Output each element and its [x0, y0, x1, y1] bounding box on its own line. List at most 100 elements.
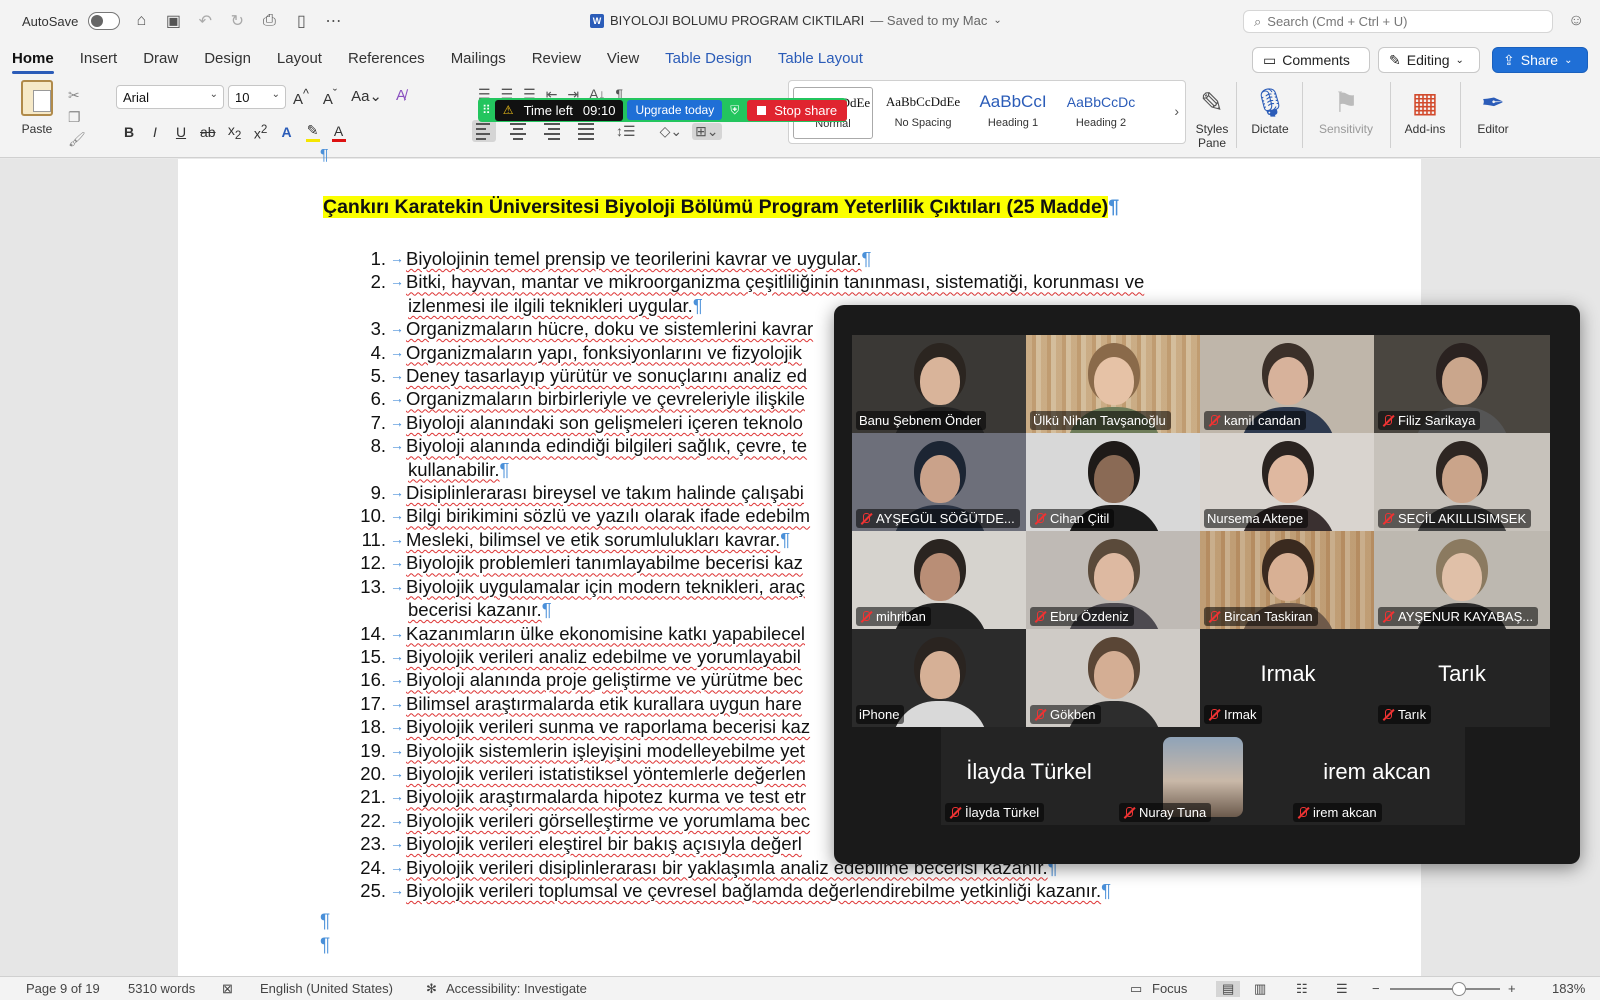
tab-view[interactable]: View	[607, 50, 639, 67]
format-painter-icon[interactable]: 🖌	[68, 128, 86, 150]
dictate-button[interactable]: 🎙 Dictate	[1244, 84, 1296, 136]
participant-tile[interactable]: mihriban	[852, 531, 1028, 629]
tab-insert[interactable]: Insert	[80, 50, 118, 67]
font-size-select[interactable]: 10 ⌄	[228, 85, 286, 109]
align-center-icon[interactable]	[506, 120, 530, 142]
focus-button[interactable]: Focus	[1152, 981, 1187, 996]
tab-home[interactable]: Home	[12, 50, 54, 74]
draft-view-icon[interactable]: ☰	[1336, 981, 1348, 997]
tab-table-design[interactable]: Table Design	[665, 50, 752, 67]
outline-view-icon[interactable]: ☷	[1296, 981, 1308, 997]
superscript-icon[interactable]: x2	[254, 123, 268, 142]
proofing-icon[interactable]: ⊠	[222, 981, 233, 997]
zoom-level[interactable]: 183%	[1552, 981, 1585, 996]
participant-tile[interactable]: iPhone	[852, 629, 1028, 727]
zoom-slider[interactable]	[1390, 982, 1500, 996]
style-no-spacing[interactable]: AaBbCcDdEe No Spacing	[883, 87, 963, 139]
change-case-icon[interactable]: Aa⌄	[351, 87, 382, 108]
tab-references[interactable]: References	[348, 50, 425, 67]
participant-tile[interactable]: Cihan Çitil	[1026, 433, 1202, 531]
zoom-slider-knob[interactable]	[1452, 982, 1466, 996]
upgrade-button[interactable]: Upgrade today	[627, 100, 723, 120]
participant-tile[interactable]: Ülkü Nihan Tavşanoğlu	[1026, 335, 1202, 433]
participant-tile[interactable]: Nuray Tuna	[1115, 727, 1291, 825]
accessibility-status[interactable]: Accessibility: Investigate	[446, 981, 587, 996]
participant-tile[interactable]: İlayda Türkel İlayda Türkel	[941, 727, 1117, 825]
web-layout-icon[interactable]: ▥	[1254, 981, 1266, 997]
paragraph-mark: ¶	[861, 248, 872, 269]
tab-table-layout[interactable]: Table Layout	[778, 50, 863, 67]
editing-mode-button[interactable]: ✎ Editing ⌄	[1378, 47, 1480, 73]
page-count[interactable]: Page 9 of 19	[26, 981, 100, 996]
participant-tile[interactable]: Gökben	[1026, 629, 1202, 727]
tab-review[interactable]: Review	[532, 50, 581, 67]
participant-tile[interactable]: Filiz Sarikaya	[1374, 335, 1550, 433]
participant-tile[interactable]: irem akcan irem akcan	[1289, 727, 1465, 825]
tab-design[interactable]: Design	[204, 50, 251, 67]
styles-pane-button[interactable]: ✎ Styles Pane	[1184, 84, 1240, 150]
underline-icon[interactable]: U	[174, 124, 188, 140]
undo-icon[interactable]: ↶	[194, 11, 216, 31]
chevron-right-icon[interactable]: ›	[1174, 103, 1179, 119]
zoom-out-icon[interactable]: −	[1372, 981, 1380, 996]
grow-font-icon[interactable]: A^	[293, 87, 309, 108]
shrink-font-icon[interactable]: Aˇ	[323, 87, 337, 108]
drag-handle-icon[interactable]: ⠿	[482, 103, 491, 117]
participant-tile[interactable]: Tarık Tarık	[1374, 629, 1550, 727]
participant-tile[interactable]: kamil candan	[1200, 335, 1376, 433]
participant-tile[interactable]: Banu Şebnem Önder	[852, 335, 1028, 433]
shield-icon[interactable]: ⛨	[726, 103, 743, 118]
shading-icon[interactable]: ◇⌄	[660, 123, 683, 140]
cut-icon[interactable]: ✂	[68, 84, 86, 106]
line-spacing-icon[interactable]: ↕☰	[616, 123, 636, 140]
share-button[interactable]: ⇪ Share ⌄	[1492, 47, 1588, 73]
editor-button[interactable]: ✒ Editor	[1468, 84, 1518, 136]
tab-mailings[interactable]: Mailings	[451, 50, 506, 67]
print-icon[interactable]: ⎙	[258, 12, 280, 30]
participant-tile[interactable]: AYŞEGÜL SÖĞÜTDE...	[852, 433, 1028, 531]
tab-draw[interactable]: Draw	[143, 50, 178, 67]
copy-icon[interactable]: ❐	[68, 106, 86, 128]
print-layout-icon[interactable]: ▤	[1216, 981, 1241, 997]
participant-tile[interactable]: Bircan Taskiran	[1200, 531, 1376, 629]
participant-tile[interactable]: Nursema Aktepe	[1200, 433, 1376, 531]
strikethrough-icon[interactable]: ab	[200, 124, 216, 140]
style-heading-1[interactable]: AaBbCcI Heading 1	[973, 87, 1053, 139]
justify-icon[interactable]	[574, 120, 598, 142]
more-icon[interactable]: ⋯	[322, 11, 344, 31]
subscript-icon[interactable]: x2	[228, 122, 242, 142]
align-left-icon[interactable]	[472, 120, 496, 142]
home-icon[interactable]: ⌂	[130, 12, 152, 30]
borders-icon[interactable]: ⊞⌄	[692, 122, 722, 140]
word-count[interactable]: 5310 words	[128, 981, 195, 996]
comments-button[interactable]: ▭ Comments	[1252, 47, 1370, 73]
participant-tile[interactable]: AYŞENUR KAYABAŞ...	[1374, 531, 1550, 629]
font-color-icon[interactable]: A	[331, 123, 346, 142]
zoom-in-icon[interactable]: +	[1508, 981, 1516, 996]
stop-share-button[interactable]: Stop share	[747, 99, 848, 121]
style-heading-2[interactable]: AaBbCcDc Heading 2	[1061, 87, 1141, 139]
participant-tile[interactable]: SECİL AKILLISIMSEK	[1374, 433, 1550, 531]
italic-icon[interactable]: I	[148, 124, 162, 140]
participant-tile[interactable]: Ebru Özdeniz	[1026, 531, 1202, 629]
sensitivity-button[interactable]: ⚑ Sensitivity	[1310, 84, 1382, 136]
language-status[interactable]: English (United States)	[260, 981, 393, 996]
zoom-gallery-window[interactable]: Banu Şebnem Önder Ülkü Nihan Tavşanoğlu ka…	[834, 305, 1580, 864]
search-input[interactable]: ⌕ Search (Cmd + Ctrl + U)	[1243, 10, 1553, 33]
text-effects-icon[interactable]: A	[280, 124, 294, 140]
add-ins-button[interactable]: ▦ Add-ins	[1398, 84, 1452, 136]
redo-icon[interactable]: ↻	[226, 11, 248, 31]
clear-formatting-icon[interactable]: A̸	[396, 87, 406, 108]
bold-icon[interactable]: B	[122, 124, 136, 140]
participant-tile[interactable]: Irmak Irmak	[1200, 629, 1376, 727]
tab-layout[interactable]: Layout	[277, 50, 322, 67]
highlight-icon[interactable]: ✎	[305, 122, 320, 142]
new-document-icon[interactable]: ▯	[290, 11, 312, 31]
save-icon[interactable]: ▣	[162, 11, 184, 31]
autosave-toggle[interactable]	[88, 12, 121, 30]
profile-icon[interactable]: ☺	[1568, 12, 1584, 30]
document-title[interactable]: W BIYOLOJI BOLUMU PROGRAM CIKTILARI — Sa…	[590, 13, 1002, 28]
align-right-icon[interactable]	[540, 120, 564, 142]
font-name-select[interactable]: Arial ⌄	[116, 85, 224, 109]
paste-button[interactable]: Paste	[14, 80, 60, 136]
